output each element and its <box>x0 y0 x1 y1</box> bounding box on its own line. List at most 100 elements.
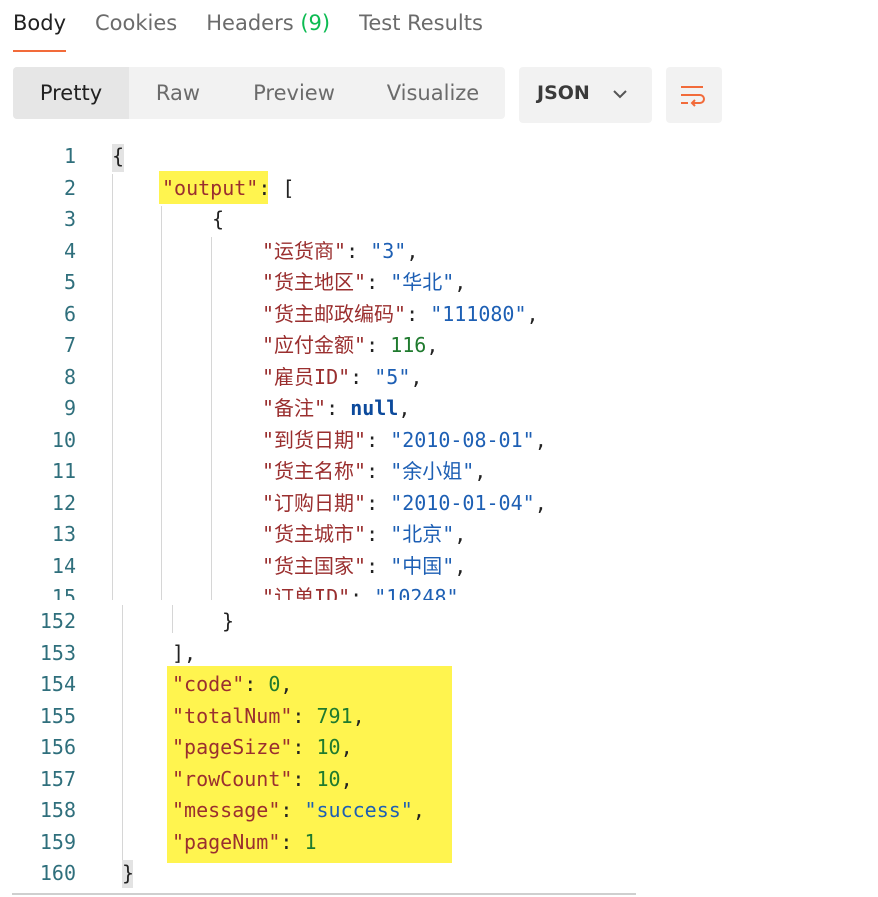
code-token: : <box>292 735 317 759</box>
code-token: "totalNum" <box>172 703 293 728</box>
code-token: : <box>280 798 305 822</box>
code-token: 10 <box>316 735 341 759</box>
code-text: "应付金额": 116, <box>262 331 438 359</box>
code-token: "雇员ID" <box>262 364 351 389</box>
code-token: "货主城市" <box>262 522 367 546</box>
line-number: 12 <box>51 490 76 515</box>
code-token: : <box>350 364 375 389</box>
code-token: , <box>340 735 353 759</box>
code-token: 10 <box>316 766 341 791</box>
code-text: "rowCount": 10, <box>172 765 353 793</box>
code-token: "中国" <box>390 553 455 578</box>
code-token: "10248" <box>374 585 459 600</box>
code-token: "111080" <box>430 301 527 326</box>
line-number: 9 <box>63 396 76 420</box>
line-number: 5 <box>63 270 76 294</box>
code-token: "货主邮政编码" <box>262 301 407 326</box>
code-token: "订购日期" <box>262 490 367 515</box>
code-text: "货主邮政编码": "111080", <box>262 300 539 328</box>
code-token: : <box>350 585 375 600</box>
code-token: "3" <box>370 238 407 263</box>
visualize-button[interactable]: Visualize <box>361 67 505 119</box>
pretty-button[interactable]: Pretty <box>13 67 129 119</box>
code-text: "雇员ID": "5", <box>262 363 422 391</box>
code-text: } <box>222 607 234 635</box>
code-token: "pageNum" <box>172 829 281 854</box>
code-token: "output" <box>162 175 259 200</box>
code-token: : <box>292 703 317 728</box>
code-text: "message": "success", <box>172 796 425 824</box>
code-token: , <box>412 798 425 822</box>
code-token: , <box>410 364 423 389</box>
view-mode-segmented-control: Pretty Raw Preview Visualize <box>13 67 505 119</box>
code-token: "备注" <box>262 396 327 420</box>
code-token: , <box>474 459 487 483</box>
code-token: , <box>534 427 547 452</box>
code-token: , <box>406 238 419 263</box>
tab-test-results[interactable]: Test Results <box>359 0 483 54</box>
code-token: } <box>222 609 235 633</box>
code-token: , <box>534 490 547 515</box>
code-token: "到货日期" <box>262 427 367 452</box>
code-token: "订单ID" <box>262 585 351 600</box>
chevron-down-icon <box>611 85 629 107</box>
code-text: "totalNum": 791, <box>172 702 365 730</box>
wrap-lines-button[interactable] <box>666 67 722 123</box>
code-token: "北京" <box>390 522 455 546</box>
tab-body-label: Body <box>13 11 67 35</box>
line-number: 160 <box>39 861 76 885</box>
code-token: , <box>526 301 539 326</box>
code-token: , <box>352 703 365 728</box>
code-text: { <box>112 142 124 170</box>
code-token: "pageSize" <box>172 735 293 759</box>
headers-count-badge: (9) <box>300 11 331 35</box>
line-number: 152 <box>39 609 76 633</box>
line-number: 156 <box>39 735 76 759</box>
line-number: 11 <box>51 459 76 483</box>
line-number: 6 <box>63 301 76 326</box>
line-number: 1 <box>63 144 76 168</box>
code-token: "5" <box>374 364 411 389</box>
code-token: , <box>454 522 467 546</box>
code-text: "货主国家": "中国", <box>262 552 466 580</box>
tab-body[interactable]: Body <box>13 0 67 54</box>
tab-cookies-label: Cookies <box>95 11 178 35</box>
code-token: "应付金额" <box>262 333 367 357</box>
code-text: { <box>212 205 224 233</box>
tab-headers[interactable]: Headers (9) <box>206 0 330 54</box>
code-text: "订购日期": "2010-01-04", <box>262 489 547 517</box>
code-text: "货主地区": "华北", <box>262 268 466 296</box>
code-token: , <box>426 333 439 357</box>
code-token: : <box>292 766 317 791</box>
code-token: 791 <box>316 703 353 728</box>
indent-guide <box>122 605 123 870</box>
code-token: null <box>350 396 399 420</box>
code-text: "pageSize": 10, <box>172 733 353 761</box>
code-token: : <box>366 490 391 515</box>
line-number: 10 <box>51 427 76 452</box>
code-text: "货主城市": "北京", <box>262 520 466 548</box>
code-token: "message" <box>172 798 281 822</box>
line-number: 155 <box>39 703 76 728</box>
divider <box>12 893 636 895</box>
format-label: JSON <box>537 82 590 104</box>
line-number: 7 <box>63 333 76 357</box>
response-tabs: Body Cookies Headers (9) Test Results <box>13 0 512 54</box>
code-token: "2010-01-04" <box>390 490 535 515</box>
code-text: "运货商": "3", <box>262 237 418 265</box>
code-text: "code": 0, <box>172 670 292 698</box>
code-token: { <box>212 207 225 231</box>
code-token: : <box>366 333 391 357</box>
code-text: "到货日期": "2010-08-01", <box>262 426 547 454</box>
line-number: 154 <box>39 672 76 696</box>
preview-button[interactable]: Preview <box>227 67 361 119</box>
format-dropdown[interactable]: JSON <box>519 67 652 123</box>
line-number: 2 <box>63 175 76 200</box>
raw-button[interactable]: Raw <box>129 67 227 119</box>
line-number: 4 <box>63 238 76 263</box>
code-text: "货主名称": "余小姐", <box>262 457 486 485</box>
code-token: , <box>398 396 411 420</box>
tab-cookies[interactable]: Cookies <box>95 0 177 54</box>
code-token: , <box>340 766 353 791</box>
code-token: : <box>280 829 305 854</box>
